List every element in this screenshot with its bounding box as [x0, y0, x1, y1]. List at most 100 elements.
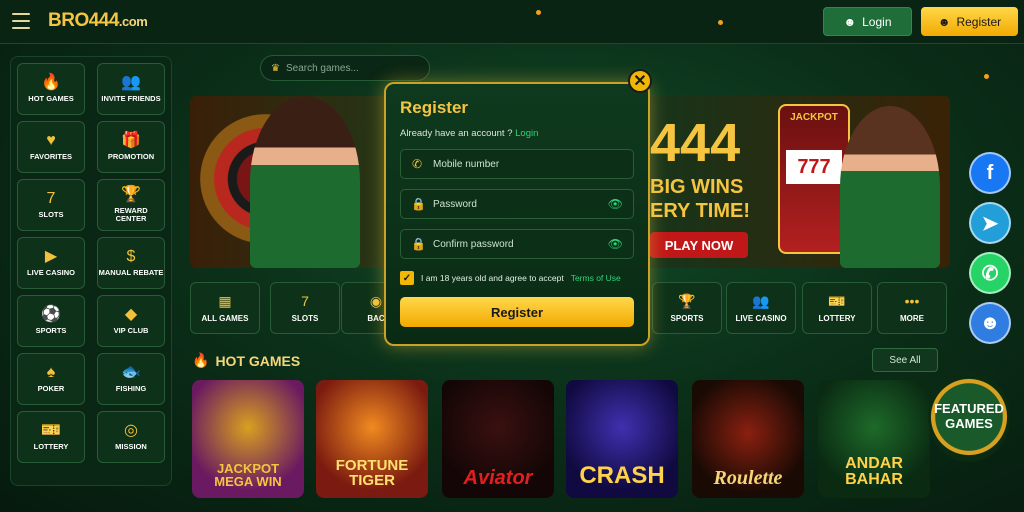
friends-icon: 👥 — [121, 73, 141, 91]
more-icon: ••• — [904, 292, 920, 309]
trophy-icon: 🏆 — [121, 185, 141, 203]
sidebar-item-poker[interactable]: ♠ POKER — [17, 353, 85, 405]
fish-icon: 🐟 — [121, 363, 141, 381]
soccer-ball-icon: ⚽ — [41, 305, 61, 323]
support-icon[interactable]: ☻ — [969, 302, 1011, 344]
slot-reels: 777 — [786, 150, 842, 184]
trophy-icon: 🏆 — [678, 292, 696, 309]
mobile-number-field[interactable]: ✆ Mobile number — [400, 149, 634, 179]
sidebar-item-label: VIP CLUB — [113, 325, 149, 335]
confirm-password-field[interactable]: 🔒 Confirm password 👁 — [400, 229, 634, 259]
spark-decoration — [536, 10, 541, 15]
banner-model-image-2 — [840, 106, 940, 268]
money-bag-icon: $ — [126, 247, 136, 265]
game-title: CRASH — [579, 462, 665, 489]
sidebar-item-lottery[interactable]: 🎫 LOTTERY — [17, 411, 85, 463]
spark-decoration — [984, 74, 989, 79]
modal-title: Register — [400, 98, 469, 117]
sidebar-item-vip-club[interactable]: ◆ VIP CLUB — [97, 295, 165, 347]
game-card-fortune-tiger[interactable]: FORTUNE TIGER — [316, 380, 428, 498]
game-card-aviator[interactable]: Aviator — [442, 380, 554, 498]
category-label: LOTTERY — [818, 313, 856, 323]
flame-icon: 🔥 — [41, 73, 61, 91]
sidebar-item-label: HOT GAMES — [28, 93, 74, 103]
sidebar-item-label: SPORTS — [35, 325, 67, 335]
sidebar-item-promotion[interactable]: 🎁 PROMOTION — [97, 121, 165, 173]
sidebar-item-hot-games[interactable]: 🔥 HOT GAMES — [17, 63, 85, 115]
sidebar-item-mission[interactable]: ◎ MISSION — [97, 411, 165, 463]
terms-link[interactable]: Terms of Use — [571, 273, 621, 283]
sidebar-item-label: MISSION — [115, 441, 147, 451]
sidebar-item-slots[interactable]: 7 SLOTS — [17, 179, 85, 231]
featured-games-badge[interactable]: FEATURED GAMES — [928, 372, 1010, 462]
game-card-andar-bahar[interactable]: ANDAR BAHAR — [818, 380, 930, 498]
category-tab-more[interactable]: ••• MORE — [877, 282, 947, 334]
login-link[interactable]: Login — [515, 128, 538, 139]
video-icon: ▶ — [44, 247, 58, 265]
game-title: ANDAR BAHAR — [845, 455, 903, 488]
search-bar[interactable]: ♛ Search games... — [260, 55, 430, 81]
game-title: Aviator — [463, 467, 533, 489]
register-modal: Register Already have an account ? Login… — [384, 82, 650, 346]
register-submit-button[interactable]: Register — [400, 297, 634, 327]
grid-icon: ▦ — [218, 292, 232, 309]
close-icon[interactable]: ✕ — [628, 69, 652, 93]
site-logo[interactable]: BRO444.com — [48, 10, 148, 32]
sidebar-item-reward-center[interactable]: 🏆 REWARD CENTER — [97, 179, 165, 231]
diamond-icon: ◆ — [124, 305, 138, 323]
sidebar-item-label: POKER — [37, 383, 65, 393]
slot-icon: 7 — [301, 292, 309, 309]
category-label: SPORTS — [670, 313, 704, 323]
game-card-crash[interactable]: CRASH — [566, 380, 678, 498]
sidebar-item-label: LOTTERY — [33, 441, 69, 451]
sidebar-item-fishing[interactable]: 🐟 FISHING — [97, 353, 165, 405]
banner-model-image — [250, 96, 360, 268]
search-input[interactable]: Search games... — [286, 63, 359, 74]
see-all-button[interactable]: See All — [872, 348, 938, 372]
user-icon: ☻ — [843, 14, 857, 29]
agree-checkbox[interactable]: ✓ — [400, 271, 414, 285]
register-button[interactable]: ☻ Register — [921, 7, 1018, 36]
facebook-icon[interactable]: f — [969, 152, 1011, 194]
category-label: SLOTS — [291, 313, 319, 323]
banner-headline: BIG WINS — [650, 176, 744, 198]
heart-icon: ♥ — [46, 131, 56, 149]
login-prompt: Already have an account ? Login — [400, 128, 539, 139]
sidebar: 🔥 HOT GAMES 👥 INVITE FRIENDS ♥ FAVORITES 🎁 PROM… — [10, 56, 172, 486]
cards-icon: ♠ — [46, 363, 56, 381]
game-title: FORTUNE TIGER — [335, 457, 409, 489]
eye-icon[interactable]: 👁 — [608, 197, 623, 211]
category-label: ALL GAMES — [201, 313, 249, 323]
menu-icon[interactable] — [12, 13, 30, 29]
password-field[interactable]: 🔒 Password 👁 — [400, 189, 634, 219]
category-tab-slots[interactable]: 7 SLOTS — [270, 282, 340, 334]
flame-icon: 🔥 — [192, 352, 210, 368]
play-now-button[interactable]: PLAY NOW — [650, 232, 748, 258]
category-label: LIVE CASINO — [735, 313, 787, 323]
sidebar-item-sports[interactable]: ⚽ SPORTS — [17, 295, 85, 347]
category-tab-lottery[interactable]: 🎫 LOTTERY — [802, 282, 872, 334]
sidebar-item-live-casino[interactable]: ▶ LIVE CASINO — [17, 237, 85, 289]
sidebar-item-invite-friends[interactable]: 👥 INVITE FRIENDS — [97, 63, 165, 115]
category-tab-sports[interactable]: 🏆 SPORTS — [652, 282, 722, 334]
category-label: BAC — [367, 313, 385, 323]
whatsapp-icon[interactable]: ✆ — [969, 252, 1011, 294]
gift-icon: 🎁 — [121, 131, 141, 149]
sidebar-item-favorites[interactable]: ♥ FAVORITES — [17, 121, 85, 173]
sidebar-item-manual-rebate[interactable]: $ MANUAL REBATE — [97, 237, 165, 289]
banner-number: 444 — [650, 113, 741, 173]
phone-icon: ✆ — [411, 157, 423, 171]
lock-icon: 🔒 — [411, 237, 426, 251]
chip-icon: ◉ — [369, 292, 383, 309]
login-button[interactable]: ☻ Login — [823, 7, 912, 36]
sidebar-item-label: SLOTS — [38, 209, 64, 219]
category-tab-live-casino[interactable]: 👥 LIVE CASINO — [726, 282, 796, 334]
sidebar-item-label: FAVORITES — [30, 151, 72, 161]
sidebar-item-label: INVITE FRIENDS — [101, 93, 161, 103]
telegram-icon[interactable]: ➤ — [969, 202, 1011, 244]
eye-icon[interactable]: 👁 — [608, 237, 623, 251]
category-tab-all-games[interactable]: ▦ ALL GAMES — [190, 282, 260, 334]
game-card-jackpot[interactable]: JACKPOT MEGA WIN — [192, 380, 304, 498]
game-card-roulette[interactable]: Roulette — [692, 380, 804, 498]
game-title: JACKPOT MEGA WIN — [214, 461, 282, 489]
